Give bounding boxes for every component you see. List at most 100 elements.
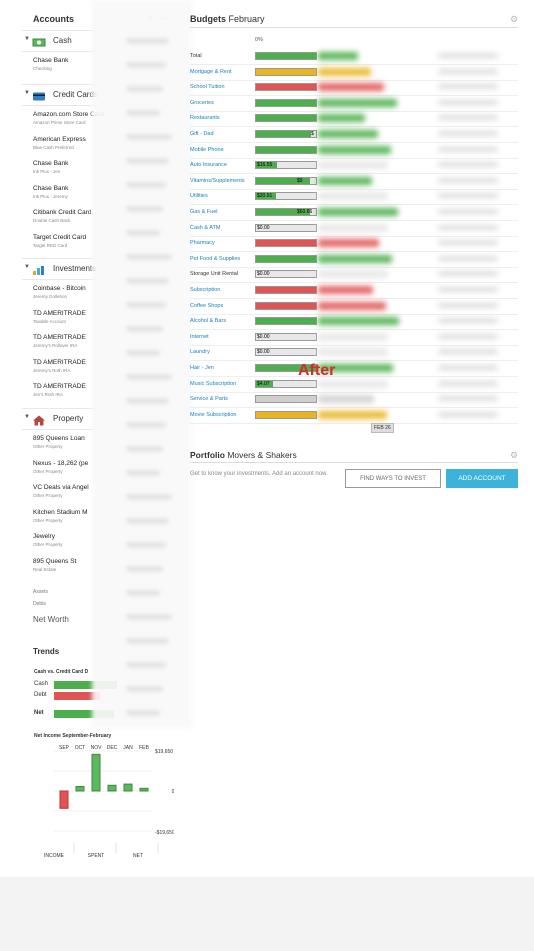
blurred-text	[438, 411, 498, 417]
blurred-cell	[126, 350, 160, 356]
budget-category[interactable]: Subscription	[190, 287, 252, 293]
budget-progress-fill	[256, 68, 316, 75]
blurred-cell	[126, 662, 166, 668]
net-income-chart: SEP OCT NOV DEC JAN FEB $19,650 0 -$19,650 INCOME…	[44, 745, 174, 859]
budget-progress-bar	[255, 286, 317, 294]
budget-progress-fill	[256, 255, 316, 262]
budget-progress-fill	[256, 53, 316, 59]
blurred-text	[438, 365, 498, 370]
budget-progress-bar	[255, 98, 317, 107]
budget-progress-bar: $4.07	[255, 379, 317, 388]
net-income-title: Net Income September-February	[34, 733, 112, 739]
budget-category[interactable]: Laundry	[190, 349, 252, 355]
section-label: Cash	[53, 36, 72, 45]
blurred-cell	[126, 326, 163, 332]
budget-progress-bar: $20.91	[255, 192, 317, 201]
net-income-footer-label: NET	[133, 853, 143, 859]
y-axis-min-label: -$19,650	[155, 830, 174, 836]
budget-category[interactable]: Total	[190, 53, 252, 59]
blurred-cell	[126, 254, 172, 260]
blurred-cell	[126, 542, 166, 548]
budget-category[interactable]: Mortgage & Rent	[190, 69, 252, 75]
budget-progress-fill	[256, 115, 316, 122]
debt-trend-label: Debt	[34, 692, 47, 698]
month-label: JAN	[123, 745, 133, 751]
budget-amount: $60.66	[297, 209, 313, 215]
budget-category[interactable]: Coffee Shops	[190, 303, 252, 309]
budget-category[interactable]: School Tuition	[190, 84, 252, 90]
gear-icon[interactable]: ⚙	[510, 450, 518, 461]
zero-percent-label: 0%	[255, 37, 263, 43]
caret-down-icon[interactable]: ▼	[24, 36, 30, 42]
budget-category[interactable]: Utilities	[190, 193, 252, 199]
find-ways-to-invest-button[interactable]: FIND WAYS TO INVEST	[345, 469, 441, 488]
blurred-cell	[126, 206, 163, 212]
blurred-bar	[318, 145, 391, 154]
blurred-cell	[126, 374, 172, 380]
budget-progress-fill	[256, 287, 316, 293]
budget-progress-fill	[256, 396, 316, 403]
budget-category[interactable]: Music Subscription	[190, 381, 252, 387]
blurred-cell	[126, 518, 169, 524]
blurred-cell	[126, 398, 169, 404]
budget-category[interactable]: Alcohol & Bars	[190, 318, 252, 324]
budget-category[interactable]: Gift - Dad	[190, 131, 252, 137]
blurred-text	[438, 287, 498, 292]
blurred-cell	[126, 62, 166, 68]
blurred-text	[438, 177, 498, 183]
budget-progress-fill	[256, 131, 312, 137]
blurred-text	[438, 240, 498, 246]
budget-category[interactable]: Groceries	[190, 100, 252, 106]
blurred-cell	[126, 470, 160, 476]
budget-amount: $	[311, 131, 314, 137]
budget-category[interactable]: Movie Subscription	[190, 412, 252, 418]
budget-progress-bar: $0.00	[255, 348, 317, 357]
net-income-bar	[91, 753, 101, 792]
net-income-footer-label: SPENT	[88, 853, 105, 859]
caret-down-icon[interactable]: ▼	[24, 414, 30, 420]
blurred-bar	[318, 239, 379, 248]
blurred-text	[438, 99, 498, 105]
budget-progress-bar	[255, 410, 317, 419]
budget-category[interactable]: Gas & Fuel	[190, 209, 252, 215]
blurred-cell	[126, 86, 163, 92]
budget-category[interactable]: Mobile Phone	[190, 147, 252, 153]
budget-category[interactable]: Storage Unit Rental	[190, 271, 252, 277]
budget-amount: $0.00	[257, 349, 270, 356]
budget-progress-fill	[256, 84, 316, 91]
blurred-cell	[126, 182, 166, 188]
budget-category[interactable]: Cash & ATM	[190, 225, 252, 231]
blurred-bar	[318, 223, 388, 232]
divider	[190, 462, 518, 463]
blurred-cell	[126, 422, 166, 428]
budget-category[interactable]: Auto Insurance	[190, 162, 252, 168]
budget-category[interactable]: Pharmacy	[190, 240, 252, 246]
budget-category[interactable]: Internet	[190, 334, 252, 340]
blurred-cell	[126, 566, 163, 572]
net-income-bar	[123, 783, 133, 792]
blurred-text	[438, 333, 498, 339]
blurred-cell	[126, 278, 169, 284]
portfolio-title: Portfolio Movers & Shakers	[190, 450, 297, 460]
blurred-text	[438, 224, 498, 230]
budget-category[interactable]: Hair - Jen	[190, 365, 252, 371]
blurred-budget-details	[318, 0, 518, 430]
budget-progress-bar: $0.00	[255, 270, 317, 279]
caret-down-icon[interactable]: ▼	[24, 90, 30, 96]
budget-category[interactable]: Pet Food & Supplies	[190, 256, 252, 262]
caret-down-icon[interactable]: ▼	[24, 264, 30, 270]
budget-progress-bar: $60.66	[255, 208, 317, 216]
credit-card-icon	[32, 89, 46, 101]
y-axis-zero-label: 0	[172, 789, 174, 795]
net-income-bar	[107, 784, 117, 792]
blurred-cell	[126, 110, 160, 116]
blurred-bar	[318, 254, 392, 263]
budget-progress-bar	[255, 239, 317, 248]
budget-category[interactable]: Restaurants	[190, 115, 252, 121]
budget-category[interactable]: Vitamins/Supplements	[190, 178, 252, 184]
budget-category[interactable]: Service & Parts	[190, 396, 252, 402]
net-income-bar	[75, 786, 85, 792]
budget-progress-bar: $0.00	[255, 332, 317, 341]
add-account-button[interactable]: ADD ACCOUNT	[446, 469, 518, 488]
budget-progress-fill	[256, 240, 316, 247]
